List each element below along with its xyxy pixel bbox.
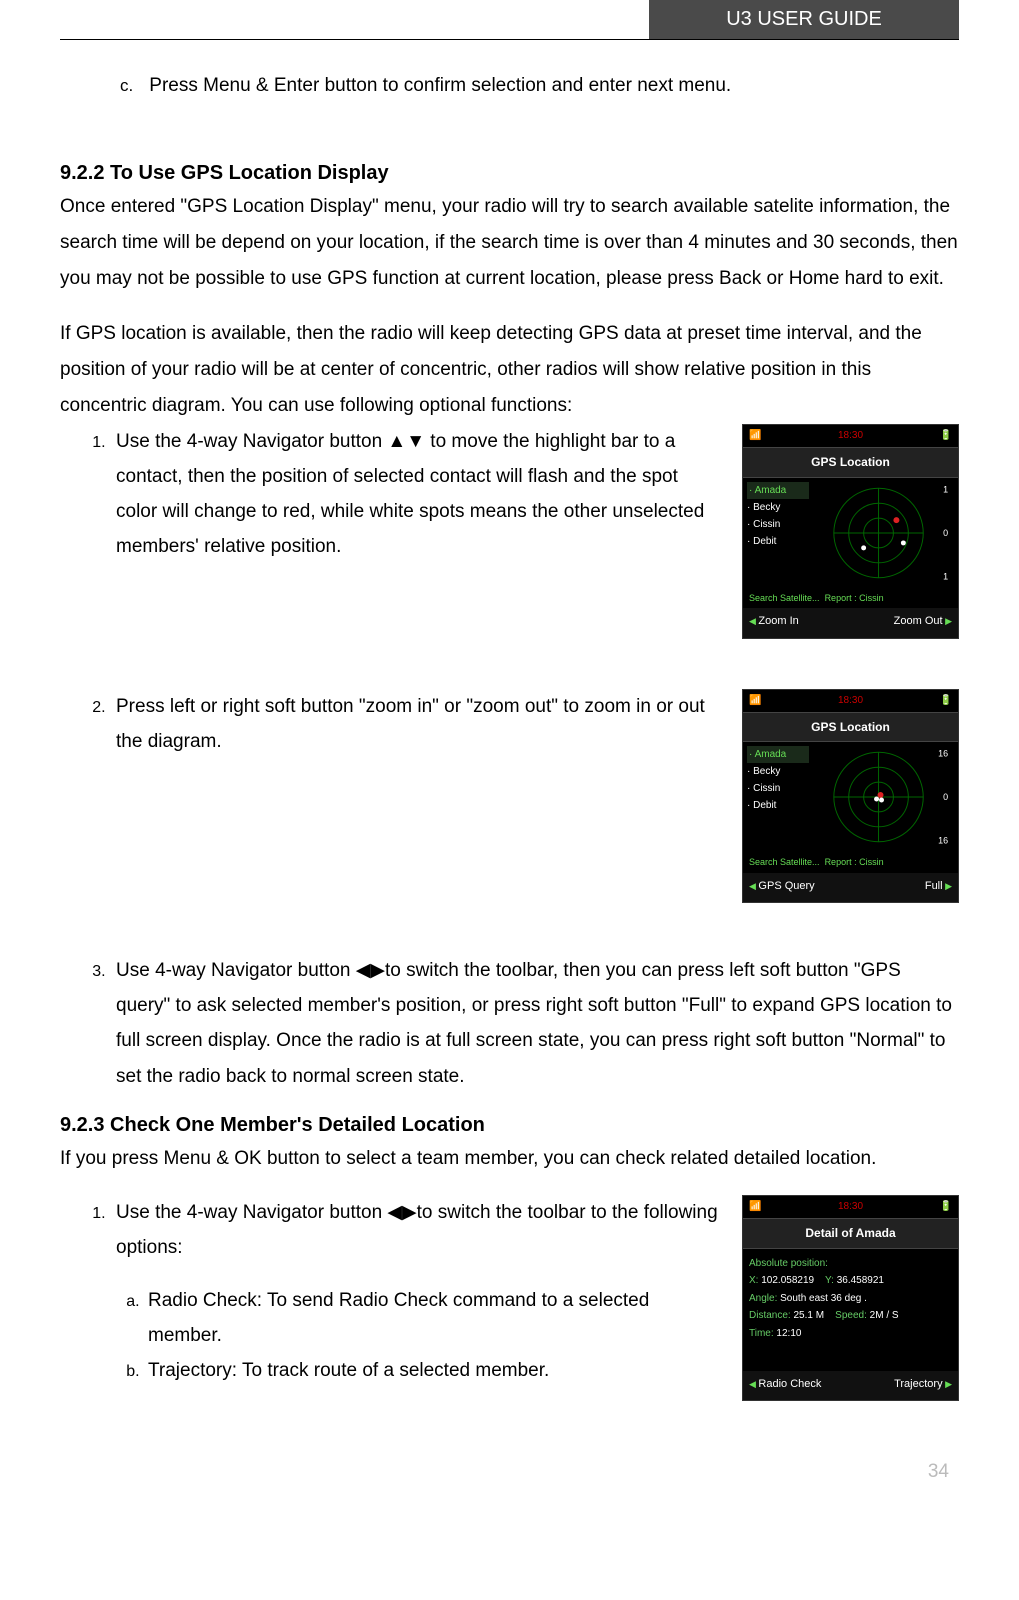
contact-list: Amada Becky Cissin Debit <box>743 478 809 588</box>
contact-item: Becky <box>747 499 809 516</box>
svg-text:16: 16 <box>938 748 948 758</box>
y-label: Y: <box>825 1275 834 1286</box>
contact-item: Becky <box>747 763 809 780</box>
screen-title: GPS Location <box>743 712 958 742</box>
status-right: Report : Cissin <box>825 593 884 603</box>
svg-text:1: 1 <box>943 571 948 581</box>
paragraph: If GPS location is available, then the r… <box>60 316 959 424</box>
status-right: Report : Cissin <box>825 857 884 867</box>
status-time: 18:30 <box>838 692 863 711</box>
time-label: Time: <box>749 1328 774 1339</box>
status-time: 18:30 <box>838 1198 863 1217</box>
radar-diagram: 1 0 1 <box>809 478 958 588</box>
paragraph: If you press Menu & OK button to select … <box>60 1141 959 1177</box>
list-item-a: Radio Check: To send Radio Check command… <box>144 1283 722 1353</box>
list-text-c: Press Menu & Enter button to confirm sel… <box>149 75 731 96</box>
list-item-1: Use the 4-way Navigator button ▲▼ to mov… <box>110 424 959 639</box>
device-screenshot-1: 18:30 GPS Location Amada Becky Cissin De… <box>742 424 959 639</box>
svg-text:16: 16 <box>938 836 948 846</box>
softkey-right: Zoom Out <box>894 611 952 631</box>
signal-icon <box>749 692 761 711</box>
status-left: Search Satellite... <box>749 857 820 867</box>
contact-item: Debit <box>747 533 809 550</box>
softkey-left: Radio Check <box>749 1374 821 1394</box>
page-number: 34 <box>60 1461 959 1483</box>
softkey-right: Trajectory <box>894 1374 952 1394</box>
screen-title: Detail of Amada <box>743 1218 958 1248</box>
section-heading-923: 9.2.3 Check One Member's Detailed Locati… <box>60 1114 959 1137</box>
svg-text:1: 1 <box>943 484 948 494</box>
svg-text:0: 0 <box>943 528 948 538</box>
signal-icon <box>749 1198 761 1217</box>
distance-value: 25.1 M <box>793 1310 824 1321</box>
list-text: Use the 4-way Navigator button ▲▼ to mov… <box>116 424 722 565</box>
device-screenshot-3: 18:30 Detail of Amada Absolute position:… <box>742 1195 959 1401</box>
status-time: 18:30 <box>838 427 863 446</box>
battery-icon <box>940 1198 952 1217</box>
list-item-b: Trajectory: To track route of a selected… <box>144 1353 722 1388</box>
angle-value: South east 36 deg . <box>780 1293 867 1304</box>
screen-title: GPS Location <box>743 447 958 477</box>
distance-label: Distance: <box>749 1310 791 1321</box>
y-value: 36.458921 <box>837 1275 884 1286</box>
list-item-3: Use 4-way Navigator button ◀▶to switch t… <box>110 953 959 1094</box>
section-heading-922: 9.2.2 To Use GPS Location Display <box>60 162 959 185</box>
time-value: 12:10 <box>776 1328 801 1339</box>
speed-label: Speed: <box>835 1310 867 1321</box>
speed-value: 2M / S <box>870 1310 899 1321</box>
contact-item: Debit <box>747 797 809 814</box>
battery-icon <box>940 427 952 446</box>
battery-icon <box>940 692 952 711</box>
list-item-1: Use the 4-way Navigator button ◀▶to swit… <box>110 1195 959 1401</box>
contact-selected: Amada <box>747 482 809 499</box>
status-left: Search Satellite... <box>749 593 820 603</box>
list-item-c: c. Press Menu & Enter button to confirm … <box>120 70 959 102</box>
list-text: Use the 4-way Navigator button ◀▶to swit… <box>116 1202 718 1258</box>
abs-position-label: Absolute position: <box>749 1258 828 1269</box>
list-marker-c: c. <box>120 72 144 101</box>
detail-body: Absolute position: X: 102.058219 Y: 36.4… <box>743 1249 958 1371</box>
signal-icon <box>749 427 761 446</box>
x-value: 102.058219 <box>761 1275 814 1286</box>
svg-text:0: 0 <box>943 792 948 802</box>
list-text: Press left or right soft button "zoom in… <box>116 689 722 759</box>
contact-selected: Amada <box>747 746 809 763</box>
softkey-left: Zoom In <box>749 611 799 631</box>
header-title: U3 USER GUIDE <box>649 0 959 39</box>
paragraph: Once entered "GPS Location Display" menu… <box>60 189 959 297</box>
header-bar: U3 USER GUIDE <box>60 0 959 40</box>
angle-label: Angle: <box>749 1293 777 1304</box>
list-item-2: Press left or right soft button "zoom in… <box>110 689 959 904</box>
x-label: X: <box>749 1275 758 1286</box>
softkey-left: GPS Query <box>749 876 815 896</box>
list-text: Use 4-way Navigator button ◀▶to switch t… <box>116 960 952 1086</box>
contact-item: Cissin <box>747 780 809 797</box>
contact-item: Cissin <box>747 516 809 533</box>
radar-diagram: 16 0 16 <box>809 742 958 852</box>
softkey-right: Full <box>925 876 952 896</box>
contact-list: Amada Becky Cissin Debit <box>743 742 809 852</box>
device-screenshot-2: 18:30 GPS Location Amada Becky Cissin De… <box>742 689 959 904</box>
